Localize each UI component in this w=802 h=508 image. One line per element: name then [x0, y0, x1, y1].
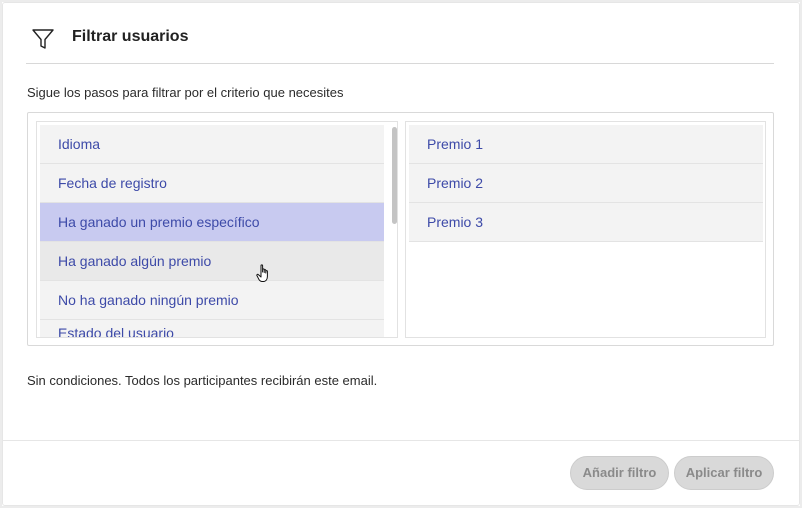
options-list-panel: Premio 1 Premio 2 Premio 3 — [405, 121, 766, 338]
modal-header: Filtrar usuarios — [26, 22, 774, 64]
criteria-item-fecha-registro[interactable]: Fecha de registro — [40, 164, 384, 203]
instructions-text: Sigue los pasos para filtrar por el crit… — [27, 85, 344, 100]
add-filter-button[interactable]: Añadir filtro — [570, 456, 669, 490]
criteria-item-premio-especifico[interactable]: Ha ganado un premio específico — [40, 203, 384, 242]
filter-selector: Idioma Fecha de registro Ha ganado un pr… — [27, 112, 774, 346]
option-item-premio-2[interactable]: Premio 2 — [409, 164, 763, 203]
funnel-icon — [32, 29, 54, 49]
criteria-item-algun-premio[interactable]: Ha ganado algún premio — [40, 242, 384, 281]
option-item-premio-3[interactable]: Premio 3 — [409, 203, 763, 242]
criteria-list-panel: Idioma Fecha de registro Ha ganado un pr… — [36, 121, 398, 338]
criteria-scrollbar[interactable] — [392, 127, 397, 224]
criteria-item-idioma[interactable]: Idioma — [40, 125, 384, 164]
option-item-premio-1[interactable]: Premio 1 — [409, 125, 763, 164]
criteria-list: Idioma Fecha de registro Ha ganado un pr… — [40, 125, 384, 337]
filter-status-text: Sin condiciones. Todos los participantes… — [27, 373, 378, 388]
criteria-item-estado-usuario[interactable]: Estado del usuario — [40, 320, 384, 337]
apply-filter-button[interactable]: Aplicar filtro — [674, 456, 774, 490]
hand-cursor-icon — [256, 264, 268, 282]
modal-title: Filtrar usuarios — [72, 28, 189, 45]
criteria-item-ningun-premio[interactable]: No ha ganado ningún premio — [40, 281, 384, 320]
options-list: Premio 1 Premio 2 Premio 3 — [409, 125, 763, 242]
